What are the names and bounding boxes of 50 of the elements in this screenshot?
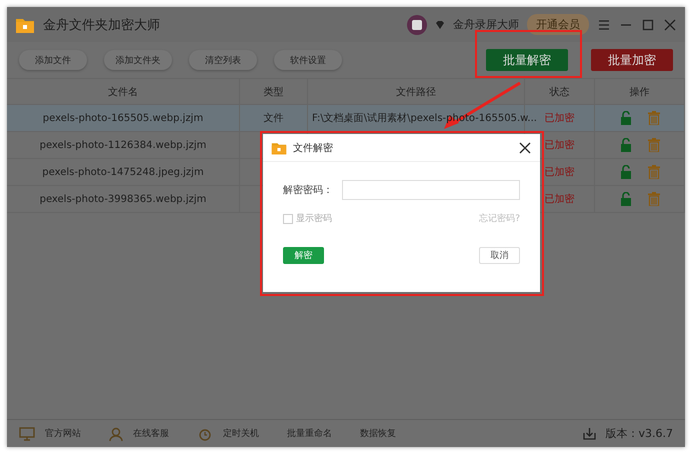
unlock-icon[interactable] xyxy=(620,138,632,152)
trash-icon[interactable] xyxy=(648,111,660,125)
user-icon xyxy=(109,426,123,440)
status-text: 已加密 xyxy=(544,166,574,179)
footer-link[interactable]: 官方网站 xyxy=(45,427,81,440)
unlock-icon[interactable] xyxy=(620,165,632,179)
version-text: 版本：v3.6.7 xyxy=(606,426,673,441)
unlock-icon[interactable] xyxy=(620,192,632,206)
avatar-icon xyxy=(407,14,427,34)
diamond-icon xyxy=(435,20,445,30)
column-header: 文件名 xyxy=(7,78,240,105)
type-cell: 文件 xyxy=(240,105,308,132)
status-text: 已加密 xyxy=(544,138,574,152)
trash-icon[interactable] xyxy=(648,165,660,179)
menu-icon[interactable] xyxy=(597,18,611,32)
toolbar-button[interactable]: 添加文件夹 xyxy=(104,50,172,70)
status-text: 已加密 xyxy=(544,192,574,206)
file-name-cell[interactable]: pexels-photo-1126384.webp.jzjm xyxy=(7,132,240,159)
monitor-icon xyxy=(19,426,35,440)
footer-link[interactable]: 在线客服 xyxy=(133,427,169,440)
maximize-icon[interactable] xyxy=(641,18,655,32)
download-icon xyxy=(582,427,596,440)
batch-decrypt-button[interactable]: 批量解密 xyxy=(486,49,568,71)
dialog-title: 文件解密 xyxy=(293,142,333,154)
file-name-cell[interactable]: pexels-photo-3998365.webp.jzjm xyxy=(7,186,240,213)
footer-link[interactable]: 批量重命名 xyxy=(287,427,332,440)
column-header: 文件路径 xyxy=(308,78,525,105)
forgot-password-link[interactable]: 忘记密码? xyxy=(479,212,520,225)
unlock-icon[interactable] xyxy=(620,111,632,125)
alarm-icon xyxy=(197,426,213,440)
password-label: 解密密码： xyxy=(283,184,334,197)
trash-icon[interactable] xyxy=(648,138,660,152)
show-password-checkbox[interactable]: 显示密码 xyxy=(283,212,332,225)
toolbar-button[interactable]: 清空列表 xyxy=(189,50,257,70)
vip-button[interactable]: 开通会员 xyxy=(527,14,589,35)
batch-encrypt-button[interactable]: 批量加密 xyxy=(591,49,673,71)
file-name-cell[interactable]: pexels-photo-165505.webp.jzjm xyxy=(7,105,240,132)
toolbar-button[interactable]: 软件设置 xyxy=(274,50,342,70)
footer-link[interactable]: 定时关机 xyxy=(223,427,259,440)
toolbar-button[interactable]: 添加文件 xyxy=(19,50,87,70)
window-title: 金舟文件夹加密大师 xyxy=(43,16,160,34)
close-icon[interactable] xyxy=(518,140,532,154)
account-name[interactable]: 金舟录屏大师 xyxy=(453,17,519,32)
status-text: 已加密 xyxy=(544,112,574,125)
trash-icon[interactable] xyxy=(648,192,660,206)
password-field[interactable] xyxy=(342,180,520,200)
footer-link[interactable]: 数据恢复 xyxy=(360,427,396,440)
file-name-cell[interactable]: pexels-photo-1475248.jpeg.jzjm xyxy=(7,159,240,186)
cancel-button[interactable]: 取消 xyxy=(479,247,520,264)
decrypt-button[interactable]: 解密 xyxy=(283,247,324,264)
